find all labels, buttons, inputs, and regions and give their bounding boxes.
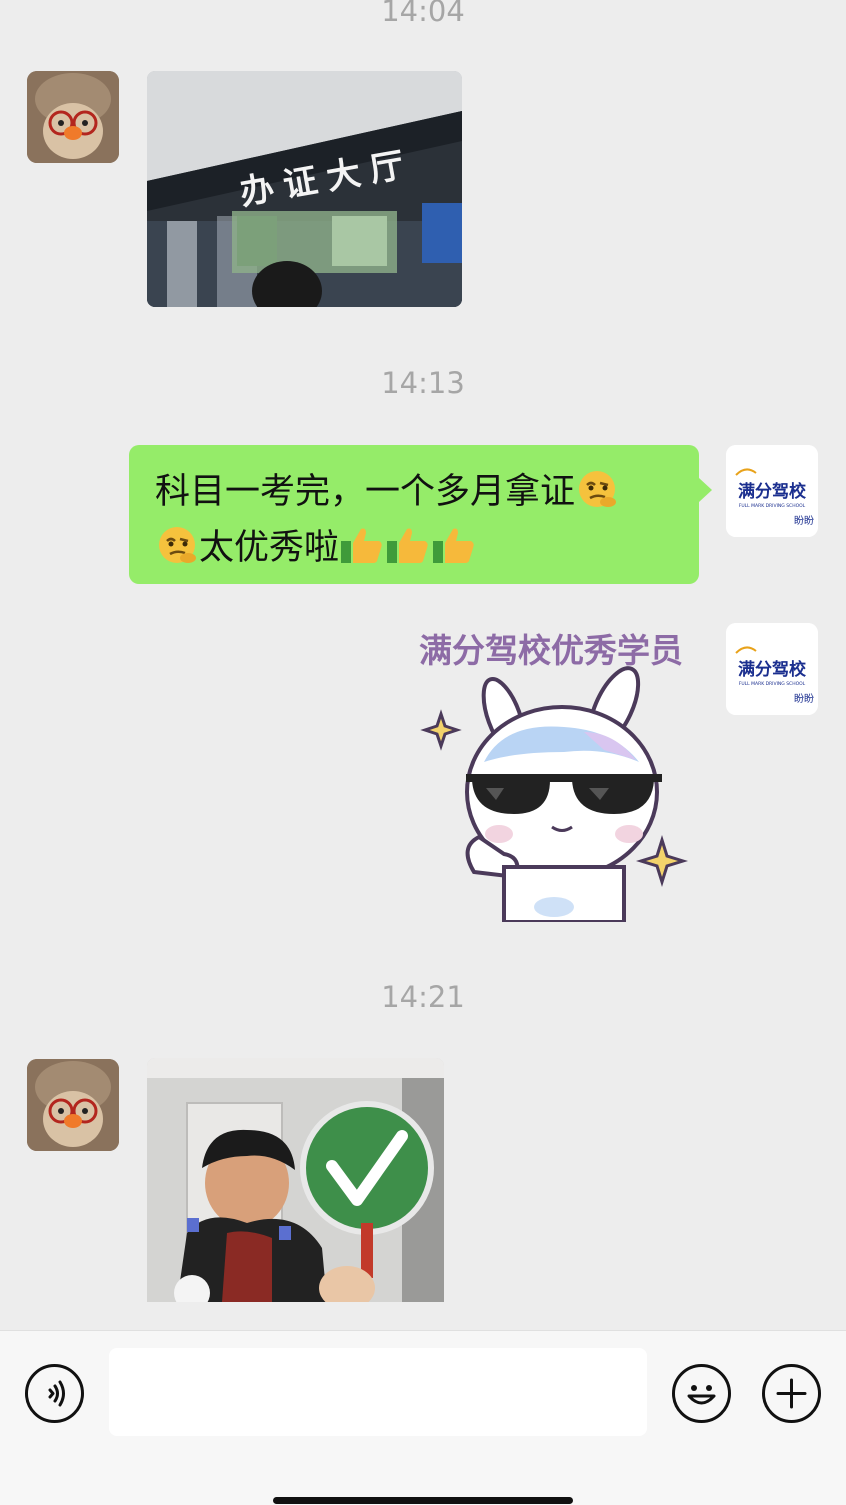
avatar-name-text: 盼盼 bbox=[794, 693, 814, 705]
emoji-icon[interactable] bbox=[672, 1364, 731, 1423]
sticker-message[interactable]: 满分驾校优秀学员 bbox=[404, 622, 698, 922]
home-indicator bbox=[273, 1497, 573, 1504]
plus-icon[interactable] bbox=[762, 1364, 821, 1423]
avatar-brand-en-text: FULL MARK DRIVING SCHOOL bbox=[739, 503, 806, 509]
timestamp: 14:04 bbox=[381, 0, 465, 28]
contact-avatar[interactable] bbox=[27, 71, 119, 163]
self-avatar[interactable]: 满分驾校 FULL MARK DRIVING SCHOOL 盼盼 bbox=[726, 623, 818, 715]
timestamp: 14:21 bbox=[381, 980, 465, 1014]
avatar-brand-text: 满分驾校 bbox=[738, 481, 807, 502]
sticker-caption-text: 满分驾校优秀学员 bbox=[419, 631, 683, 670]
gif-message[interactable] bbox=[147, 1058, 444, 1302]
contact-avatar[interactable] bbox=[27, 1059, 119, 1151]
message-input[interactable] bbox=[109, 1348, 647, 1436]
text-message-bubble[interactable]: 科目一考完，一个多月拿证 太优秀啦 bbox=[129, 445, 699, 584]
voice-icon[interactable] bbox=[25, 1364, 84, 1423]
photo-message[interactable]: 办证大厅 bbox=[147, 71, 462, 307]
message-line-1: 科目一考完，一个多月拿证 bbox=[155, 467, 673, 523]
timestamp: 14:13 bbox=[381, 366, 465, 400]
thinking-emoji-icon bbox=[575, 469, 619, 523]
bubble-tail bbox=[699, 478, 712, 502]
message-line-2: 太优秀啦 bbox=[155, 523, 673, 579]
avatar-brand-text: 满分驾校 bbox=[738, 659, 807, 680]
thumbs-up-icon bbox=[339, 525, 385, 579]
thumbs-up-icon bbox=[385, 525, 431, 579]
self-avatar[interactable]: 满分驾校 FULL MARK DRIVING SCHOOL 盼盼 bbox=[726, 445, 818, 537]
thinking-emoji-icon bbox=[155, 525, 199, 579]
avatar-brand-en-text: FULL MARK DRIVING SCHOOL bbox=[739, 681, 806, 687]
thumbs-up-icon bbox=[431, 525, 477, 579]
chat-input-bar bbox=[0, 1330, 846, 1505]
avatar-name-text: 盼盼 bbox=[794, 515, 814, 527]
